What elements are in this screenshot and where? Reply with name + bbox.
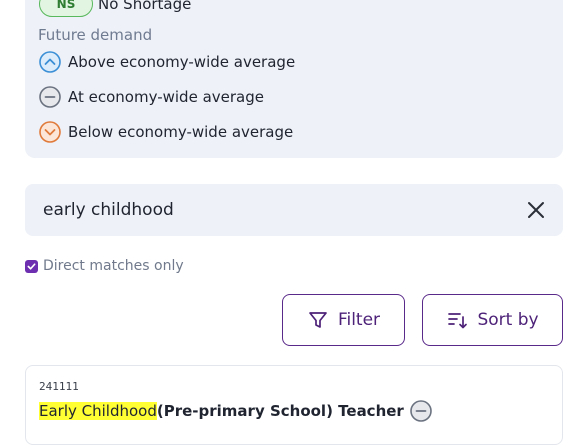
minus-circle-icon [410, 400, 432, 422]
sort-icon [448, 313, 468, 329]
sort-button[interactable]: Sort by [422, 294, 563, 346]
direct-matches-label: Direct matches only [43, 258, 184, 274]
search-input[interactable]: early childhood [25, 184, 563, 236]
sort-button-label: Sort by [477, 310, 539, 330]
direct-matches-checkbox[interactable] [25, 259, 38, 273]
legend-item-label: Below economy-wide average [68, 123, 294, 141]
filter-icon [309, 312, 327, 328]
no-shortage-label: No Shortage [98, 0, 192, 13]
future-demand-heading: Future demand [38, 26, 153, 44]
checkmark-icon [27, 262, 36, 270]
legend-item-label: Above economy-wide average [68, 53, 296, 71]
chevron-down-circle-icon [39, 121, 61, 143]
title-rest[interactable]: (Pre-primary School) Teacher [157, 402, 404, 420]
legend-item-label: At economy-wide average [68, 88, 264, 106]
legend-item-below: Below economy-wide average [39, 121, 293, 143]
result-card[interactable]: 241111 Early Childhood (Pre-primary Scho… [25, 365, 563, 445]
title-highlight[interactable]: Early Childhood [39, 402, 157, 420]
direct-matches-toggle[interactable]: Direct matches only [25, 258, 184, 274]
close-icon[interactable] [525, 199, 547, 221]
search-input-value[interactable]: early childhood [43, 200, 174, 220]
shortage-legend-row: NS No Shortage [39, 0, 191, 17]
chevron-up-circle-icon [39, 51, 61, 73]
occupation-title[interactable]: Early Childhood (Pre-primary School) Tea… [39, 400, 432, 422]
minus-circle-icon [39, 86, 61, 108]
filter-button-label: Filter [337, 310, 381, 330]
legend-panel: NS No Shortage Future demand Above econo… [25, 0, 563, 158]
occupation-code: 241111 [39, 380, 79, 393]
legend-item-above: Above economy-wide average [39, 51, 295, 73]
no-shortage-badge: NS [39, 0, 93, 17]
legend-item-at: At economy-wide average [39, 86, 264, 108]
filter-button[interactable]: Filter [282, 294, 405, 346]
